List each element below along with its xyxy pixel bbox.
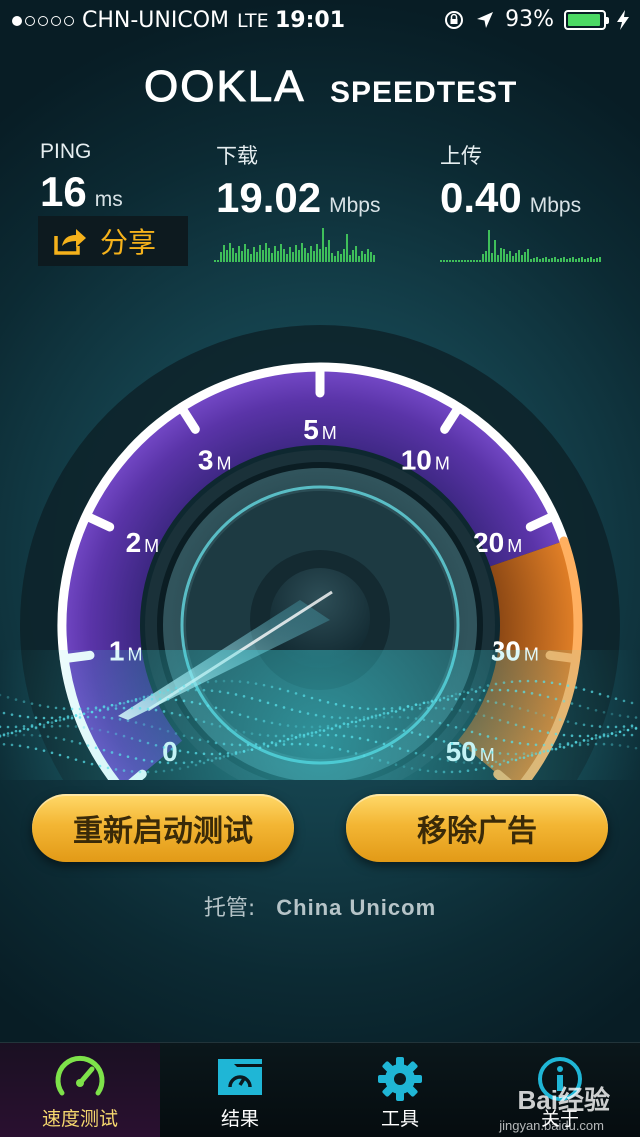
charging-bolt-icon bbox=[617, 9, 629, 30]
battery-percent: 93% bbox=[505, 7, 554, 32]
gear-icon bbox=[378, 1057, 422, 1101]
battery-icon bbox=[564, 9, 609, 30]
upload-sparkline bbox=[440, 230, 601, 262]
status-bar: CHN-UNICOM LTE 19:01 93% bbox=[0, 0, 640, 40]
folder-gauge-icon bbox=[218, 1059, 262, 1095]
share-label: 分享 bbox=[100, 226, 157, 259]
app-title: SPEEDTEST bbox=[330, 76, 518, 109]
upload-value: 0.40 bbox=[440, 174, 522, 221]
speed-gauge: 01M2M3M5M10M20M30M50M bbox=[0, 325, 640, 780]
download-label: 下载 bbox=[216, 145, 258, 168]
tab-tools[interactable]: 工具 bbox=[320, 1043, 480, 1137]
remove-ads-button[interactable]: 移除广告 bbox=[346, 794, 608, 862]
download-value: 19.02 bbox=[216, 174, 322, 221]
baidu-watermark-url: jingyan.baidu.com bbox=[499, 1118, 604, 1133]
upload-label: 上传 bbox=[440, 145, 482, 168]
baidu-watermark: Bai经验 bbox=[517, 1085, 610, 1115]
ookla-logo: OOKLA bbox=[144, 62, 306, 112]
location-arrow-icon bbox=[477, 11, 494, 28]
tab-results-label: 结果 bbox=[220, 1108, 259, 1130]
status-right: 93% bbox=[443, 7, 630, 32]
restart-test-button[interactable]: 重新启动测试 bbox=[32, 794, 294, 862]
download-unit: Mbps bbox=[329, 194, 381, 217]
app-header: OOKLA SPEEDTEST bbox=[0, 62, 640, 112]
tab-results[interactable]: 结果 bbox=[160, 1043, 320, 1137]
download-sparkline bbox=[214, 228, 375, 262]
speedometer-icon bbox=[55, 1055, 105, 1096]
upload-unit: Mbps bbox=[529, 194, 582, 217]
tab-speedtest[interactable]: 速度测试 bbox=[0, 1043, 160, 1137]
rotation-lock-icon bbox=[445, 10, 464, 29]
tab-bar: 速度测试 结果 工具 关于 Bai经验 jingyan.baidu.com bbox=[0, 1042, 640, 1137]
ping-unit: ms bbox=[94, 188, 123, 211]
share-button[interactable]: 分享 bbox=[38, 216, 188, 266]
tab-tools-label: 工具 bbox=[380, 1108, 419, 1130]
host-name: China Unicom bbox=[276, 895, 437, 920]
ping-label: PING bbox=[40, 140, 92, 163]
share-icon bbox=[54, 229, 86, 255]
upload-metric: 上传 0.40 Mbps bbox=[440, 140, 581, 222]
ping-value: 16 bbox=[40, 168, 87, 215]
download-metric: 下载 19.02 Mbps bbox=[216, 140, 380, 222]
host-label: 托管: bbox=[203, 896, 256, 921]
host-info: 托管: China Unicom bbox=[0, 890, 640, 922]
ping-metric: PING 16 ms bbox=[40, 140, 123, 216]
tab-speedtest-label: 速度测试 bbox=[41, 1108, 118, 1130]
